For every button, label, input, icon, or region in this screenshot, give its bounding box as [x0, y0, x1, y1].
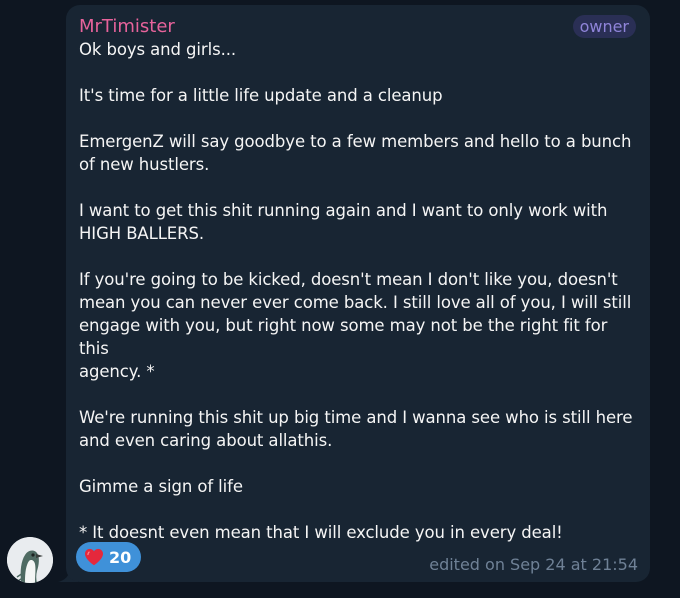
sender-name[interactable]: MrTimister	[79, 14, 175, 40]
message-bubble[interactable]: MrTimister owner Ok boys and girls... It…	[66, 5, 650, 582]
heart-icon	[85, 548, 103, 566]
avatar[interactable]	[7, 537, 53, 583]
owner-badge: owner	[572, 15, 636, 38]
reaction-count: 20	[109, 547, 132, 567]
chat-view: MrTimister owner Ok boys and girls... It…	[0, 0, 680, 598]
message-text: Ok boys and girls... It's time for a lit…	[79, 40, 633, 542]
edited-timestamp: edited on Sep 24 at 21:54	[429, 555, 638, 574]
bird-avatar-icon	[7, 537, 53, 583]
heart-reaction-button[interactable]: 20	[76, 542, 142, 572]
